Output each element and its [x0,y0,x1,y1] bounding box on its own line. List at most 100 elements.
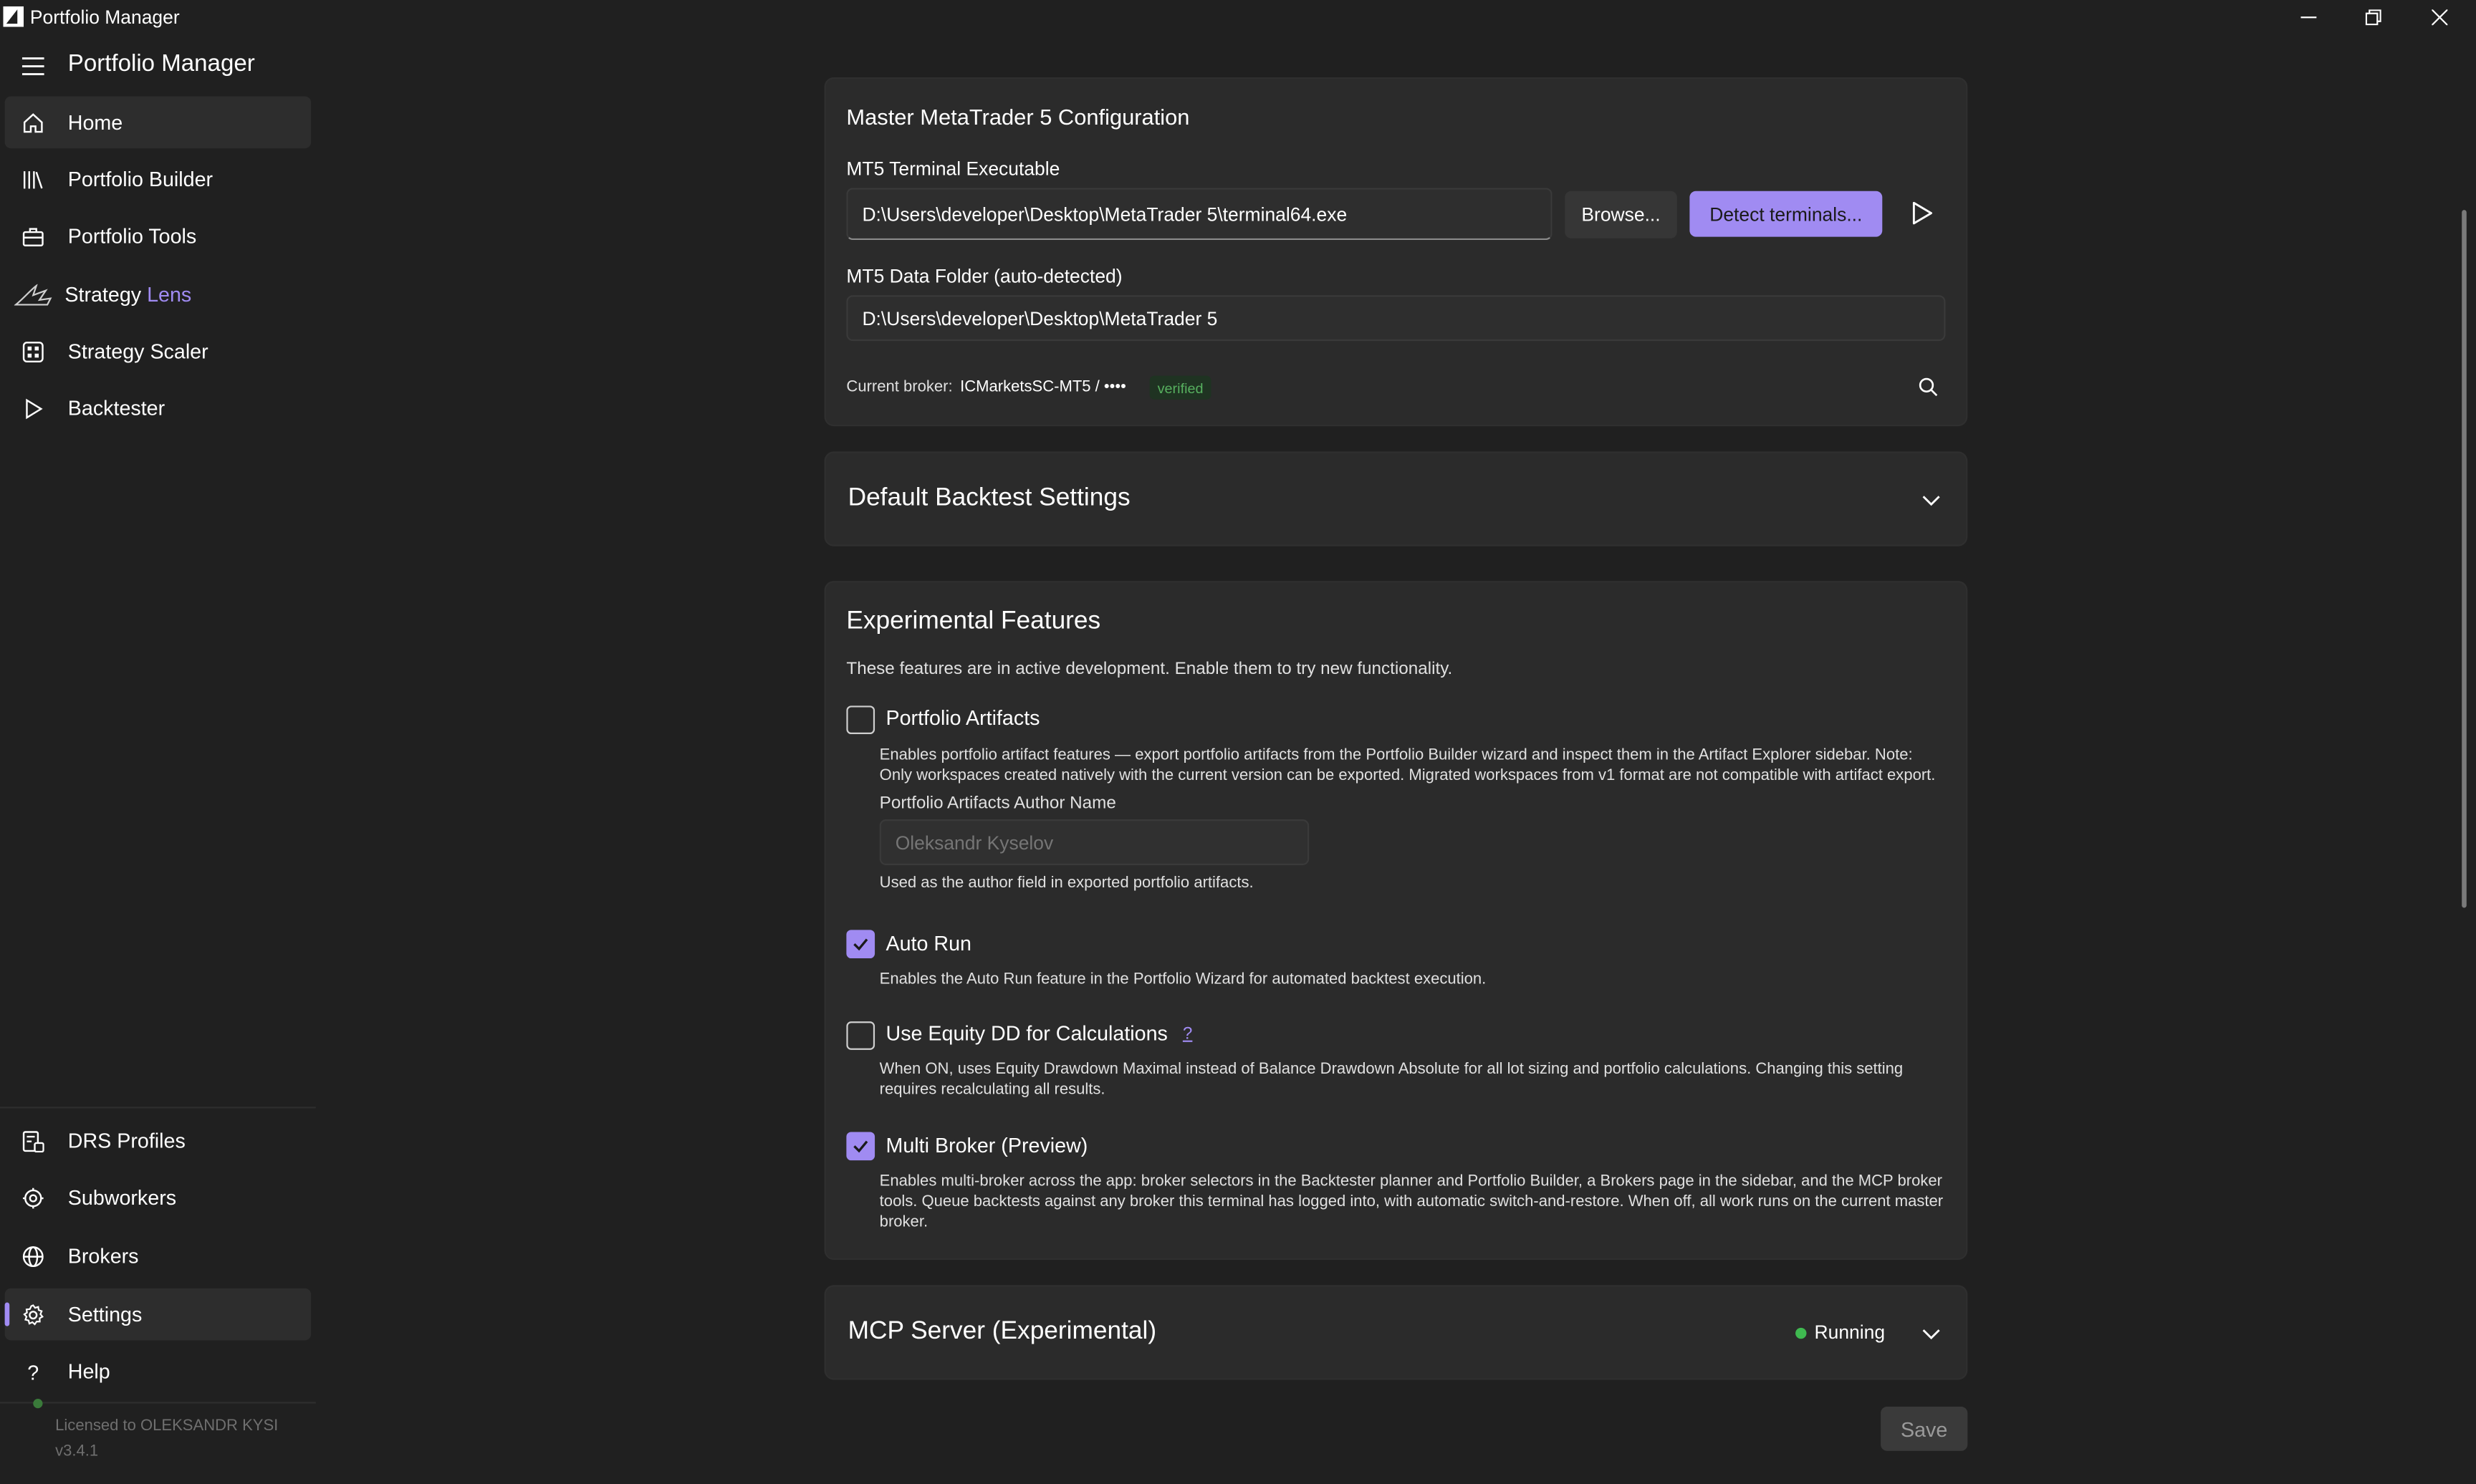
sidebar-item-label: DRS Profiles [67,1129,186,1153]
mcp-status: Running [1814,1321,1886,1344]
app-window: Portfolio Manager Portfolio Manager Home… [0,0,2476,1484]
globe-icon [21,1244,46,1269]
scrollbar-thumb[interactable] [2462,210,2467,908]
app-logo-icon [3,6,24,27]
license-text: Licensed to OLEKSANDR KYSI [55,1417,279,1435]
multi-broker-description: Enables multi-broker across the app: bro… [880,1172,1954,1233]
license-status-dot [33,1399,43,1409]
exe-label: MT5 Terminal Executable [846,158,1060,180]
desc-line: tools. Queue backtests against any broke… [879,1193,1944,1211]
equity-dd-checkbox[interactable] [846,1021,875,1050]
expand-backtest-button[interactable] [1920,489,1942,511]
sidebar-item-label: Home [67,110,123,135]
mt5-config-card [824,77,1968,427]
desc-line: Only workspaces created natively with th… [879,767,1936,785]
sidebar-item-label: Strategy Scaler [67,339,208,363]
minimize-button[interactable] [2273,0,2345,34]
briefcase-icon [21,224,46,249]
drs-profiles-icon [21,1129,46,1154]
portfolio-artifacts-checkbox[interactable] [846,705,875,734]
window-title: Portfolio Manager [29,6,180,29]
restore-button[interactable] [2337,0,2409,34]
sidebar-item-label: Strategy Lens [64,283,191,307]
experimental-features-card [824,581,1968,1261]
chevron-down-icon [1922,1329,1940,1340]
author-name-help: Used as the author field in exported por… [879,874,1254,892]
checkmark-icon [853,938,868,951]
equity-dd-description: When ON, uses Equity Drawdown Maximal in… [880,1059,1954,1100]
status-dot [1795,1327,1807,1339]
sidebar-item-label: Portfolio Tools [67,224,197,249]
sidebar-item-brokers[interactable]: Brokers [5,1230,312,1282]
sidebar-item-settings[interactable]: Settings [4,1288,312,1341]
sidebar-item-drs-profiles[interactable]: DRS Profiles [5,1114,312,1167]
detect-terminals-button[interactable]: Detect terminals... [1689,191,1883,237]
save-button[interactable]: Save [1881,1407,1968,1451]
sidebar: Portfolio Manager Home Portfolio Builder… [0,34,316,1484]
expand-mcp-button[interactable] [1920,1323,1942,1345]
lens-label: Lens [147,282,192,307]
title-bar: Portfolio Manager [0,0,2476,34]
portfolio-artifacts-description: Enables portfolio artifact features — ex… [880,745,1954,786]
sidebar-item-portfolio-builder[interactable]: Portfolio Builder [5,153,312,206]
sidebar-item-label: Backtester [67,396,165,420]
sidebar-divider [0,1402,316,1404]
sidebar-item-subworkers[interactable]: Subworkers [5,1172,312,1224]
sidebar-item-strategy-scaler[interactable]: Strategy Scaler [5,325,312,377]
backtest-card-title: Default Backtest Settings [848,484,1131,512]
hamburger-menu-icon[interactable] [21,57,44,76]
desc-line: When ON, uses Equity Drawdown Maximal in… [879,1061,1904,1079]
status-badge: verified [1149,375,1211,400]
subworkers-icon [21,1185,46,1210]
sidebar-item-label: Brokers [67,1243,139,1268]
exe-path-value: D:\Users\developer\Desktop\MetaTrader 5\… [862,203,1348,226]
mcp-card-title: MCP Server (Experimental) [848,1318,1157,1346]
sidebar-item-label: Help [67,1359,110,1383]
play-icon [21,396,46,421]
desc-line: Enables multi-broker across the app: bro… [879,1172,1942,1191]
auto-run-label: Auto Run [886,931,971,955]
broker-search-button[interactable] [1917,376,1939,398]
experimental-subtitle: These features are in active development… [846,660,1453,679]
play-icon [1912,201,1933,225]
launch-terminal-button[interactable] [1908,199,1937,228]
author-name-input[interactable] [879,819,1310,865]
experimental-title: Experimental Features [846,607,1101,635]
data-folder-value: D:\Users\developer\Desktop\MetaTrader 5 [862,307,1218,329]
data-folder-input[interactable]: D:\Users\developer\Desktop\MetaTrader 5 [846,295,1946,342]
sidebar-item-portfolio-tools[interactable]: Portfolio Tools [5,210,312,262]
author-name-label: Portfolio Artifacts Author Name [879,794,1116,814]
desc-line: requires recalculating all results. [879,1081,1105,1099]
library-icon [21,168,46,193]
strategy-lens-icon [14,283,52,308]
sidebar-item-backtester[interactable]: Backtester [5,382,312,434]
strategy-label: Strategy [64,282,142,307]
mt5-card-title: Master MetaTrader 5 Configuration [846,104,1190,130]
broker-value: ICMarketsSC-MT5 / •••• [960,379,1126,397]
restore-icon [2365,9,2381,26]
active-indicator [4,1302,10,1326]
close-icon [2432,9,2448,26]
sidebar-item-label: Portfolio Builder [67,167,213,191]
home-icon [21,110,46,135]
sidebar-divider [0,1107,316,1109]
equity-dd-help-link[interactable]: ? [1183,1025,1193,1044]
auto-run-checkbox[interactable] [846,930,875,959]
multi-broker-label: Multi Broker (Preview) [886,1133,1088,1157]
data-folder-label: MT5 Data Folder (auto-detected) [846,265,1123,288]
grid-icon [21,339,46,365]
checkmark-icon [853,1140,868,1153]
exe-path-input[interactable]: D:\Users\developer\Desktop\MetaTrader 5\… [846,188,1553,241]
close-button[interactable] [2404,0,2476,34]
portfolio-artifacts-label: Portfolio Artifacts [886,705,1040,730]
sidebar-item-home[interactable]: Home [4,96,312,149]
sidebar-item-label: Settings [67,1302,143,1326]
multi-broker-checkbox[interactable] [846,1132,875,1161]
chevron-down-icon [1922,496,1940,506]
sidebar-item-help[interactable]: ? Help [5,1345,312,1397]
search-icon [1919,377,1938,397]
browse-button[interactable]: Browse... [1565,191,1677,238]
auto-run-description: Enables the Auto Run feature in the Port… [879,970,1487,988]
sidebar-item-label: Subworkers [67,1185,177,1210]
sidebar-item-strategy-lens[interactable]: Strategy Lens [5,269,312,321]
